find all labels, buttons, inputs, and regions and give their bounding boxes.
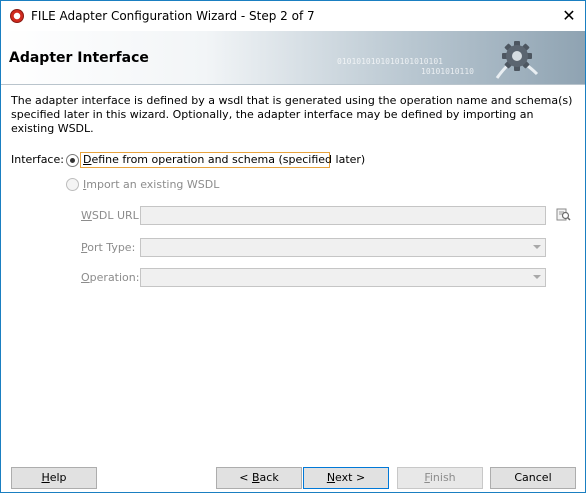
wsdl-url-input[interactable] (140, 206, 546, 225)
window-title: FILE Adapter Configuration Wizard - Step… (31, 9, 315, 23)
wizard-window: FILE Adapter Configuration Wizard - Step… (0, 0, 586, 493)
title-bar: FILE Adapter Configuration Wizard - Step… (1, 1, 585, 31)
cancel-button[interactable]: Cancel (490, 467, 576, 489)
operation-label: Operation: (81, 271, 140, 284)
interface-label: Interface: (11, 153, 64, 166)
next-button[interactable]: Next > (303, 467, 389, 489)
import-wsdl-label[interactable]: Import an existing WSDL (83, 178, 219, 191)
port-type-label: Port Type: (81, 241, 136, 254)
gear-icon (493, 34, 541, 82)
binary-decoration-2: 10101010110 (421, 67, 474, 76)
page-title: Adapter Interface (9, 50, 149, 66)
browse-wsdl-icon[interactable] (555, 206, 571, 222)
binary-decoration: 0101010101010101010101 (337, 57, 443, 66)
import-wsdl-radio[interactable] (66, 178, 79, 191)
operation-select[interactable] (140, 268, 546, 287)
wsdl-url-label: WSDL URL: (81, 209, 143, 222)
close-button[interactable]: ✕ (556, 5, 582, 27)
header-banner: Adapter Interface 0101010101010101010101… (1, 31, 585, 85)
help-button[interactable]: Help (11, 467, 97, 489)
chevron-down-icon (533, 245, 541, 249)
finish-button[interactable]: Finish (397, 467, 483, 489)
port-type-select[interactable] (140, 238, 546, 257)
description-text: The adapter interface is defined by a ws… (11, 94, 573, 135)
oracle-app-icon (10, 9, 24, 23)
define-from-operation-radio[interactable] (66, 154, 79, 167)
define-from-operation-label[interactable]: Define from operation and schema (specif… (83, 153, 365, 166)
back-button[interactable]: < Back (216, 467, 302, 489)
chevron-down-icon (533, 275, 541, 279)
